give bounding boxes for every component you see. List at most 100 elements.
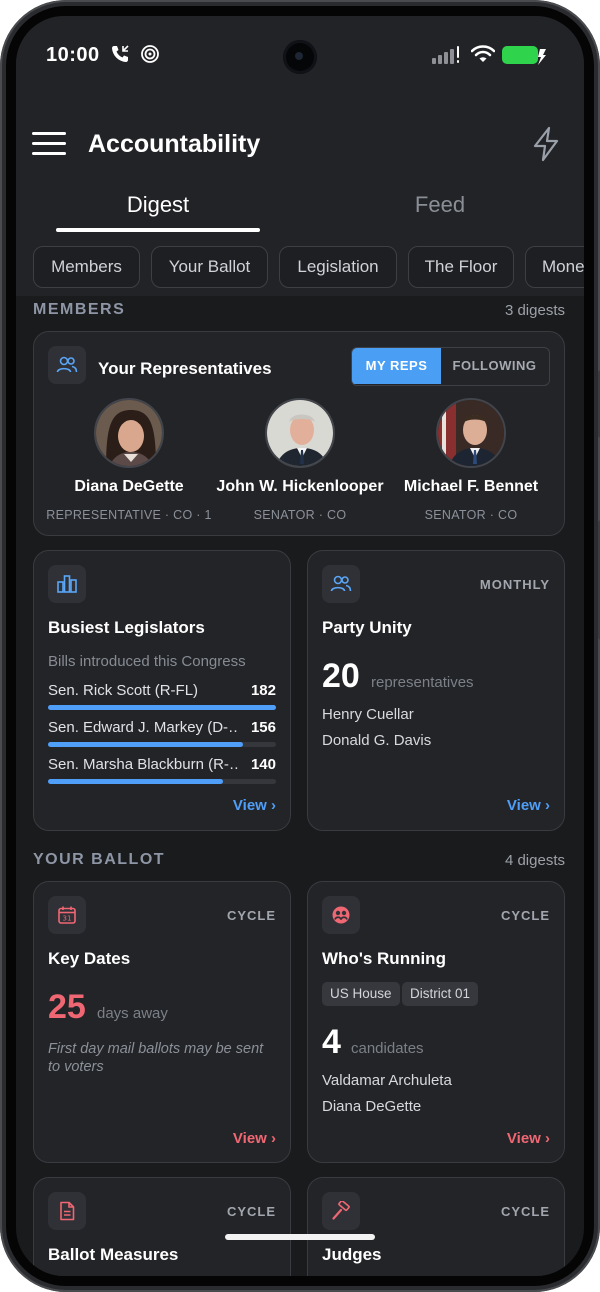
judges-title: Judges: [322, 1245, 382, 1264]
people-icon: [330, 575, 352, 592]
busiest-subtitle: Bills introduced this Congress: [48, 653, 246, 670]
screen: 10:00 Accountability Digest Feed Members…: [16, 16, 584, 1276]
unity-name: Henry Cuellar: [322, 706, 414, 723]
legislator-bar-fill: [48, 705, 276, 710]
wifi-icon: [471, 45, 495, 62]
front-camera: [283, 40, 317, 74]
signal-icon: [432, 46, 459, 64]
battery-charging-icon: [502, 46, 546, 65]
legislator-bar: [48, 742, 276, 747]
rep-name: John W. Hickenlooper: [216, 478, 384, 495]
chip-members[interactable]: Members: [33, 246, 140, 288]
key-dates-card[interactable]: 31 CYCLE Key Dates 25 days away First da…: [33, 881, 291, 1163]
dates-view-link[interactable]: View ›: [233, 1130, 276, 1147]
legislator-name: Sen. Marsha Blackburn (R-…: [48, 756, 238, 773]
unity-unit: representatives: [371, 674, 474, 691]
candidate-name: Diana DeGette: [322, 1098, 422, 1115]
cycle-tag: CYCLE: [226, 1204, 276, 1219]
hotspot-icon: [141, 45, 159, 63]
running-unit: candidates: [351, 1040, 424, 1057]
phone-frame: 10:00 Accountability Digest Feed Members…: [0, 0, 600, 1292]
cycle-tag: CYCLE: [500, 1204, 550, 1219]
calendar-icon-box: 31: [48, 896, 86, 934]
cycle-tag: CYCLE: [226, 908, 276, 923]
reps-toggle: MY REPS FOLLOWING: [351, 347, 550, 386]
legislator-bar-fill: [48, 779, 224, 784]
avatar: [94, 398, 164, 468]
calendar-icon: 31: [58, 906, 76, 924]
reps-card-title: Your Representatives: [98, 359, 272, 378]
group-icon-box: [322, 896, 360, 934]
people-icon-box: [48, 346, 86, 384]
whos-running-card[interactable]: CYCLE Who's Running US House District 01…: [307, 881, 565, 1163]
rep-john-hickenlooper[interactable]: John W. Hickenlooper SENATOR · CO: [215, 398, 385, 522]
rep-name: Michael F. Bennet: [403, 478, 539, 495]
home-indicator[interactable]: [225, 1234, 375, 1240]
tab-feed[interactable]: Feed: [338, 192, 542, 218]
chip-legislation[interactable]: Legislation: [279, 246, 397, 288]
document-icon: [60, 1201, 75, 1221]
ballot-measures-card[interactable]: CYCLE Ballot Measures: [33, 1177, 291, 1276]
dates-unit: days away: [97, 1005, 168, 1022]
judges-card[interactable]: CYCLE Judges: [307, 1177, 565, 1276]
people-icon: [56, 356, 78, 373]
chip-money[interactable]: Money: [525, 246, 584, 288]
busiest-legislators-card[interactable]: Busiest Legislators Bills introduced thi…: [33, 550, 291, 831]
dates-number: 25: [48, 988, 86, 1026]
running-number: 4: [322, 1023, 341, 1061]
legislator-row[interactable]: Sen. Marsha Blackburn (R-… 140: [48, 756, 276, 780]
legislator-bar: [48, 779, 276, 784]
avatar: [265, 398, 335, 468]
chip-your-ballot[interactable]: Your Ballot: [151, 246, 268, 288]
ballot-count: 4 digests: [504, 852, 565, 869]
running-view-link[interactable]: View ›: [507, 1130, 550, 1147]
rep-role: SENATOR · CO: [424, 508, 518, 522]
status-time: 10:00: [46, 44, 100, 66]
tab-digest[interactable]: Digest: [56, 192, 260, 218]
following-toggle[interactable]: FOLLOWING: [441, 348, 548, 384]
group-icon: [332, 906, 350, 924]
rep-role: REPRESENTATIVE · CO · 1: [46, 508, 212, 522]
my-reps-toggle[interactable]: MY REPS: [352, 348, 441, 384]
rep-michael-bennet[interactable]: Michael F. Bennet SENATOR · CO: [386, 398, 556, 522]
legislator-row[interactable]: Sen. Edward J. Markey (D-… 156: [48, 719, 276, 743]
members-count: 3 digests: [504, 302, 565, 319]
bar-chart-icon-box: [48, 565, 86, 603]
gavel-icon: [332, 1201, 350, 1220]
chip-the-floor[interactable]: The Floor: [408, 246, 514, 288]
bolt-icon[interactable]: [531, 126, 561, 162]
unity-view-link[interactable]: View ›: [507, 797, 550, 814]
svg-text:31: 31: [63, 915, 72, 923]
rep-name: Diana DeGette: [74, 478, 184, 495]
document-icon-box: [48, 1192, 86, 1230]
district-pill[interactable]: District 01: [402, 982, 479, 1006]
legislator-count: 182: [250, 682, 276, 699]
busiest-title: Busiest Legislators: [48, 618, 205, 637]
office-pill[interactable]: US House: [322, 982, 400, 1006]
rep-role: SENATOR · CO: [253, 508, 347, 522]
legislator-row[interactable]: Sen. Rick Scott (R-FL) 182: [48, 682, 276, 706]
monthly-tag: MONTHLY: [479, 577, 550, 592]
legislator-count: 140: [250, 756, 276, 773]
app-bar: Accountability Digest Feed Members Your …: [16, 96, 584, 296]
dates-note: First day mail ballots may be sent to vo…: [48, 1041, 264, 1075]
legislator-name: Sen. Rick Scott (R-FL): [48, 682, 199, 699]
party-unity-title: Party Unity: [322, 618, 412, 637]
legislator-bar: [48, 705, 276, 710]
candidate-name: Valdamar Archuleta: [322, 1072, 452, 1089]
key-dates-title: Key Dates: [48, 949, 131, 968]
rep-diana-degette[interactable]: Diana DeGette REPRESENTATIVE · CO · 1: [44, 398, 214, 522]
members-heading: MEMBERS: [33, 301, 126, 318]
busiest-view-link[interactable]: View ›: [233, 797, 276, 814]
cycle-tag: CYCLE: [500, 908, 550, 923]
party-unity-card[interactable]: MONTHLY Party Unity 20 representatives H…: [307, 550, 565, 831]
avatar: [436, 398, 506, 468]
app-title: Accountability: [88, 130, 261, 158]
representatives-card[interactable]: Your Representatives MY REPS FOLLOWING D…: [33, 331, 565, 536]
unity-number: 20: [322, 657, 360, 695]
menu-icon[interactable]: [32, 132, 66, 158]
phone-call-icon: [112, 45, 129, 62]
ballot-heading: YOUR BALLOT: [33, 851, 166, 868]
legislator-name: Sen. Edward J. Markey (D-…: [48, 719, 238, 736]
legislator-count: 156: [250, 719, 276, 736]
